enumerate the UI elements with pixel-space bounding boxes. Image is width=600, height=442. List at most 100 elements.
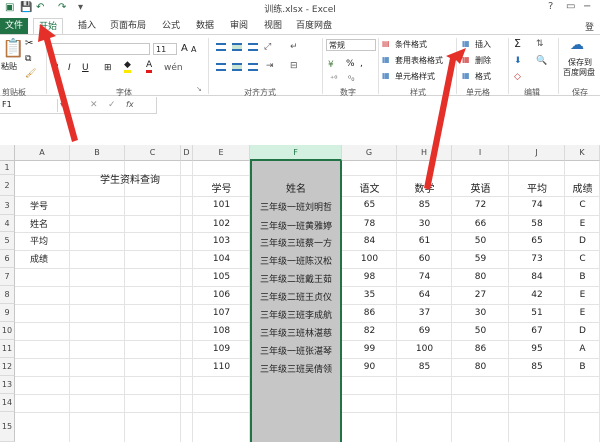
align-right-icon[interactable] xyxy=(248,63,258,71)
row-header-4[interactable]: 4 xyxy=(0,215,15,232)
format-as-table-button[interactable]: 套用表格格式 xyxy=(395,55,443,66)
table-cell[interactable]: 59 xyxy=(452,254,509,264)
table-cell[interactable]: 110 xyxy=(193,362,250,372)
grow-font-button[interactable]: A xyxy=(181,43,188,54)
format-cells-icon[interactable]: ▦ xyxy=(462,70,470,82)
table-header[interactable]: 平均 xyxy=(509,180,565,195)
conditional-format-button[interactable]: 条件格式 xyxy=(395,39,427,50)
align-center-icon[interactable] xyxy=(232,63,242,71)
login-link[interactable]: 登 xyxy=(585,20,594,33)
table-cell[interactable]: E xyxy=(565,219,600,229)
clear-icon[interactable]: ◇ xyxy=(514,71,521,83)
indent-icon[interactable]: ⇥ xyxy=(266,60,274,72)
formula-input[interactable] xyxy=(156,97,600,114)
copy-icon[interactable]: ⧉ xyxy=(25,53,31,65)
column-header-f[interactable]: F xyxy=(250,145,342,161)
table-cell[interactable]: 80 xyxy=(452,362,509,372)
font-color-icon[interactable]: A xyxy=(146,61,153,73)
table-header[interactable]: 英语 xyxy=(452,180,509,195)
phonetic-icon[interactable]: wén xyxy=(164,62,183,74)
currency-icon[interactable]: ¥ xyxy=(328,59,334,71)
table-cell[interactable]: 103 xyxy=(193,236,250,246)
help-icon[interactable]: ? xyxy=(548,1,553,12)
table-cell[interactable]: 95 xyxy=(509,344,565,354)
table-cell[interactable]: 60 xyxy=(397,254,452,264)
tab-baidu-netdisk[interactable]: 百度网盘 xyxy=(292,18,336,34)
table-cell[interactable]: 74 xyxy=(509,200,565,210)
table-cell[interactable]: 65 xyxy=(342,200,397,210)
row-header-1[interactable]: 1 xyxy=(0,161,15,175)
table-cell[interactable]: 109 xyxy=(193,344,250,354)
cell-styles-button[interactable]: 单元格样式 xyxy=(395,71,435,82)
table-cell[interactable]: A xyxy=(565,344,600,354)
merge-center-icon[interactable]: ⊟ xyxy=(290,60,298,72)
column-header-e[interactable]: E xyxy=(193,145,250,161)
table-cell[interactable]: 85 xyxy=(397,362,452,372)
fill-color-icon[interactable]: ◆ xyxy=(124,61,131,73)
table-cell[interactable]: 64 xyxy=(397,290,452,300)
table-cell[interactable]: 100 xyxy=(397,344,452,354)
table-cell[interactable]: 82 xyxy=(342,326,397,336)
table-cell[interactable]: 78 xyxy=(342,219,397,229)
table-cell[interactable]: 86 xyxy=(342,308,397,318)
table-cell[interactable]: 67 xyxy=(509,326,565,336)
student-name-cell[interactable]: 三年级三班林湛慈 xyxy=(250,326,342,339)
number-format-dropdown[interactable]: 常规 xyxy=(326,39,376,51)
table-cell[interactable]: E xyxy=(565,290,600,300)
student-name-cell[interactable]: 三年级三班蔡一方 xyxy=(250,236,342,249)
bottom-align-icon[interactable] xyxy=(248,43,258,51)
column-header-j[interactable]: J xyxy=(509,145,565,161)
table-cell[interactable]: 50 xyxy=(452,236,509,246)
name-box[interactable]: F1 xyxy=(0,99,58,112)
column-header-i[interactable]: I xyxy=(452,145,509,161)
table-cell[interactable]: 100 xyxy=(342,254,397,264)
table-cell[interactable]: 58 xyxy=(509,219,565,229)
find-select-icon[interactable]: 🔍 xyxy=(536,55,547,67)
font-dialog-launcher-icon[interactable]: ↘ xyxy=(196,83,202,95)
delete-cells-button[interactable]: 删除 xyxy=(475,55,491,66)
student-name-cell[interactable]: 三年级三班吴倩领 xyxy=(250,362,342,375)
paste-icon[interactable]: 📋 xyxy=(2,39,24,59)
cell-styles-icon[interactable]: ▦ xyxy=(382,70,390,82)
percent-button[interactable]: % xyxy=(346,59,355,69)
table-cell[interactable]: 108 xyxy=(193,326,250,336)
student-name-cell[interactable]: 三年级二班王贞仪 xyxy=(250,290,342,303)
font-size-dropdown[interactable]: 11 xyxy=(153,43,177,55)
shrink-font-button[interactable]: A xyxy=(191,45,196,54)
table-cell[interactable]: 99 xyxy=(342,344,397,354)
name-box-dropdown-icon[interactable]: ▾ xyxy=(60,99,64,111)
table-cell[interactable]: 84 xyxy=(342,236,397,246)
student-name-cell[interactable]: 三年级一班黄雅婷 xyxy=(250,219,342,232)
table-cell[interactable]: 74 xyxy=(397,272,452,282)
baidu-cloud-icon[interactable]: ☁ xyxy=(570,38,584,52)
table-cell[interactable]: 42 xyxy=(509,290,565,300)
format-cells-button[interactable]: 格式 xyxy=(475,71,491,82)
increase-decimal-icon[interactable]: ⁺⁰ xyxy=(330,73,337,85)
table-cell[interactable]: 98 xyxy=(342,272,397,282)
row-header-5[interactable]: 5 xyxy=(0,232,15,250)
borders-icon[interactable]: ⊞ xyxy=(104,62,112,74)
tab-data[interactable]: 数据 xyxy=(190,18,220,34)
table-cell[interactable]: 73 xyxy=(509,254,565,264)
table-cell[interactable]: 102 xyxy=(193,219,250,229)
table-cell[interactable]: 30 xyxy=(397,219,452,229)
row-header-14[interactable]: 14 xyxy=(0,394,15,412)
column-header-b[interactable]: B xyxy=(70,145,125,161)
delete-cells-icon[interactable]: ▦ xyxy=(462,54,470,66)
table-header[interactable]: 语文 xyxy=(342,180,397,195)
table-cell[interactable]: 101 xyxy=(193,200,250,210)
table-cell[interactable]: 66 xyxy=(452,219,509,229)
table-cell[interactable]: 51 xyxy=(509,308,565,318)
orientation-icon[interactable]: ⤢ xyxy=(264,41,271,53)
font-name-dropdown[interactable] xyxy=(50,43,150,55)
lookup-label[interactable]: 学号 xyxy=(30,199,70,212)
tab-home[interactable]: 开始 xyxy=(33,18,63,34)
tab-file[interactable]: 文件 xyxy=(0,18,28,34)
tab-insert[interactable]: 插入 xyxy=(72,18,102,34)
table-cell[interactable]: 27 xyxy=(452,290,509,300)
table-cell[interactable]: 69 xyxy=(397,326,452,336)
table-cell[interactable]: 61 xyxy=(397,236,452,246)
cut-icon[interactable]: ✂ xyxy=(25,38,33,50)
lookup-label[interactable]: 平均 xyxy=(30,234,70,247)
table-cell[interactable]: 65 xyxy=(509,236,565,246)
